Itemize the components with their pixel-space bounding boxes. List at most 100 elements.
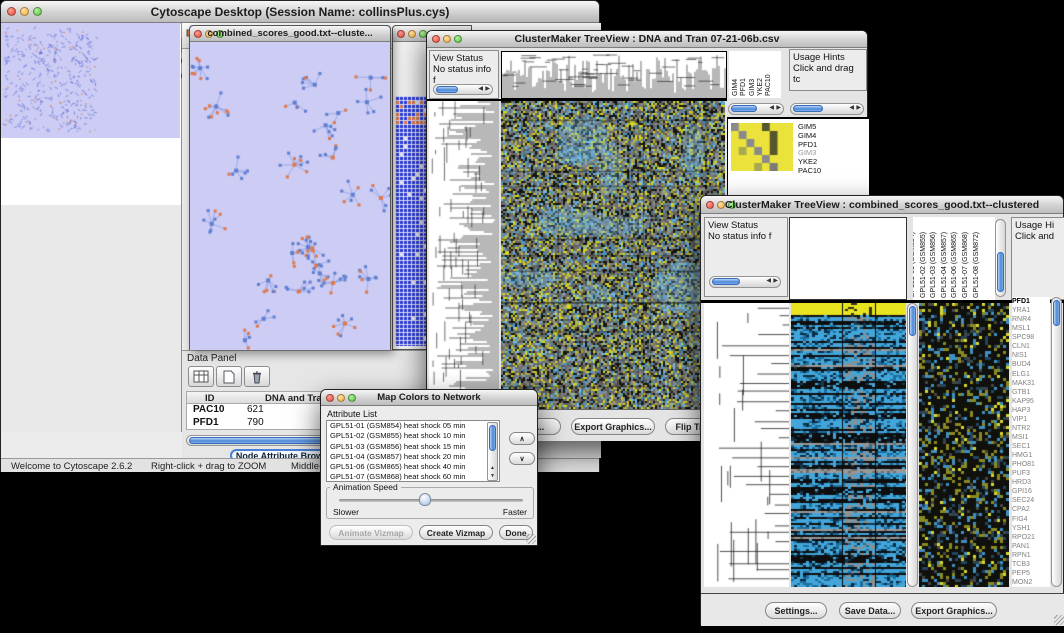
gene-label[interactable]: GPI16 bbox=[1012, 487, 1050, 496]
gene-label[interactable]: SEC1 bbox=[1012, 442, 1050, 451]
gene-label[interactable]: NIS1 bbox=[1012, 351, 1050, 360]
col-id[interactable]: ID bbox=[205, 393, 215, 404]
view-status-scrollbar[interactable]: ◀▶ bbox=[433, 84, 493, 95]
view-status-scrollbar[interactable]: ◀▶ bbox=[709, 276, 781, 288]
animate-vizmap-button[interactable]: Animate Vizmap bbox=[329, 525, 413, 540]
attribute-item[interactable]: GPL51-01 (GSM854) heat shock 05 min bbox=[327, 421, 499, 431]
scroll-right-arrow[interactable]: ▶ bbox=[856, 104, 861, 113]
scrollbar-thumb[interactable] bbox=[1053, 300, 1060, 326]
gene-label[interactable]: ELG1 bbox=[1012, 370, 1050, 379]
scroll-left-arrow[interactable]: ◀ bbox=[849, 104, 854, 113]
minimize-button[interactable] bbox=[408, 30, 416, 38]
delete-trash-icon[interactable] bbox=[244, 366, 270, 387]
scrollbar-thumb[interactable] bbox=[997, 252, 1004, 292]
gene-label[interactable]: PUF3 bbox=[1012, 469, 1050, 478]
main-titlebar[interactable]: Cytoscape Desktop (Session Name: collins… bbox=[1, 1, 599, 23]
speed-slider-thumb[interactable] bbox=[419, 493, 431, 506]
scrollbar-thumb[interactable] bbox=[489, 425, 496, 451]
network-overview-canvas[interactable] bbox=[1, 23, 180, 138]
attribute-item[interactable]: GPL51-03 (GSM856) heat shock 15 min bbox=[327, 442, 499, 452]
scroll-left-arrow[interactable]: ◀ bbox=[766, 277, 771, 286]
move-down-button[interactable]: ∨ bbox=[509, 452, 535, 465]
scrollbar-thumb[interactable] bbox=[731, 105, 757, 112]
scroll-right-arrow[interactable]: ▶ bbox=[485, 85, 490, 94]
gene-label[interactable]: HAP3 bbox=[1012, 406, 1050, 415]
scroll-left-arrow[interactable]: ◀ bbox=[769, 104, 774, 113]
map-colors-dialog: Map Colors to Network Attribute List GPL… bbox=[320, 389, 538, 546]
attribute-list-vscrollbar[interactable]: ▲▼ bbox=[487, 422, 498, 481]
gene-list-vscrollbar[interactable] bbox=[1051, 297, 1062, 587]
resize-grip[interactable] bbox=[1054, 615, 1064, 625]
heatmap-canvas[interactable] bbox=[791, 303, 906, 587]
gene-label[interactable]: HMG1 bbox=[1012, 451, 1050, 460]
network-view-titlebar[interactable]: combined_scores_good.txt--cluste... bbox=[190, 26, 390, 42]
scroll-right-arrow[interactable]: ▶ bbox=[776, 104, 781, 113]
gene-label[interactable]: BUD4 bbox=[1012, 360, 1050, 369]
scroll-down-arrow[interactable]: ▼ bbox=[490, 473, 495, 479]
similarity-matrix-canvas[interactable] bbox=[731, 123, 793, 171]
gene-label[interactable]: NTR2 bbox=[1012, 424, 1050, 433]
gene-label[interactable]: MSL1 bbox=[1012, 324, 1050, 333]
gene-label[interactable]: VIP1 bbox=[1012, 415, 1050, 424]
gene-label[interactable]: MAK31 bbox=[1012, 379, 1050, 388]
zoom-view-canvas[interactable] bbox=[919, 303, 1009, 587]
gene-label[interactable]: YRA1 bbox=[1012, 306, 1050, 315]
scrollbar-thumb[interactable] bbox=[436, 86, 458, 93]
new-attribute-page-icon[interactable] bbox=[216, 366, 242, 387]
row-dendrogram-canvas[interactable] bbox=[429, 101, 499, 409]
save-data-button[interactable]: Save Data... bbox=[839, 602, 901, 619]
column-dendrogram-canvas[interactable] bbox=[501, 51, 727, 99]
attribute-item[interactable]: GPL51-04 (GSM857) heat shock 20 min bbox=[327, 452, 499, 462]
gene-label[interactable]: PHO81 bbox=[1012, 460, 1050, 469]
gene-label[interactable]: CLN1 bbox=[1012, 342, 1050, 351]
gene-label[interactable]: SPC98 bbox=[1012, 333, 1050, 342]
gene-label[interactable]: KAP95 bbox=[1012, 397, 1050, 406]
attribute-table-icon[interactable] bbox=[188, 366, 214, 387]
gene-label[interactable]: FIG4 bbox=[1012, 515, 1050, 524]
scrollbar-thumb[interactable] bbox=[712, 278, 740, 285]
gene-label[interactable]: RPN1 bbox=[1012, 551, 1050, 560]
gene-label[interactable]: SEC24 bbox=[1012, 496, 1050, 505]
column-dendrogram-area[interactable] bbox=[789, 217, 907, 300]
attribute-item[interactable]: GPL51-06 (GSM865) heat shock 40 min bbox=[327, 462, 499, 472]
scroll-left-arrow[interactable]: ◀ bbox=[478, 85, 483, 94]
heatmap-vscrollbar[interactable] bbox=[907, 303, 918, 587]
treeview2-col-vscrollbar[interactable] bbox=[995, 219, 1006, 297]
scroll-right-arrow[interactable]: ▶ bbox=[773, 277, 778, 286]
treeview1-titlebar[interactable]: ClusterMaker TreeView : DNA and Tran 07-… bbox=[427, 31, 867, 48]
heatmap-canvas[interactable] bbox=[501, 101, 725, 409]
gene-label[interactable]: HRD3 bbox=[1012, 478, 1050, 487]
treeview1-col-scrollbar[interactable]: ◀▶ bbox=[728, 103, 784, 115]
attribute-item[interactable]: GPL51-02 (GSM855) heat shock 10 min bbox=[327, 431, 499, 441]
scroll-up-arrow[interactable]: ▲ bbox=[490, 465, 495, 471]
gene-label[interactable]: MSI1 bbox=[1012, 433, 1050, 442]
gene-label[interactable]: YSH1 bbox=[1012, 524, 1050, 533]
attribute-item[interactable]: GPL51-07 (GSM868) heat shock 60 min bbox=[327, 472, 499, 482]
create-vizmap-button[interactable]: Create Vizmap bbox=[419, 525, 493, 540]
move-up-button[interactable]: ∧ bbox=[509, 432, 535, 445]
close-button[interactable] bbox=[397, 30, 405, 38]
speed-slider-track[interactable] bbox=[339, 499, 523, 502]
export-graphics-button[interactable]: Export Graphics... bbox=[911, 602, 997, 619]
gene-label[interactable]: PEP5 bbox=[1012, 569, 1050, 578]
settings-button[interactable]: Settings... bbox=[765, 602, 827, 619]
dense-network-grid-canvas[interactable] bbox=[395, 96, 427, 346]
resize-grip[interactable] bbox=[526, 534, 536, 544]
gene-label[interactable]: PFD1 bbox=[1012, 297, 1050, 306]
row-dendrogram-canvas[interactable] bbox=[704, 303, 789, 587]
gene-label[interactable]: RNR4 bbox=[1012, 315, 1050, 324]
gene-label[interactable]: CPA2 bbox=[1012, 505, 1050, 514]
usage-hints-scrollbar[interactable]: ◀▶ bbox=[790, 103, 864, 115]
treeview2-titlebar[interactable]: ClusterMaker TreeView : combined_scores_… bbox=[701, 196, 1063, 214]
scrollbar-thumb[interactable] bbox=[793, 105, 823, 112]
gene-label[interactable]: PAN1 bbox=[1012, 542, 1050, 551]
scrollbar-thumb[interactable] bbox=[909, 306, 916, 336]
dialog-titlebar[interactable]: Map Colors to Network bbox=[321, 390, 537, 406]
export-graphics-button[interactable]: Export Graphics... bbox=[571, 418, 655, 435]
gene-label[interactable]: MON2 bbox=[1012, 578, 1050, 587]
gene-label[interactable]: RPO21 bbox=[1012, 533, 1050, 542]
gene-label[interactable]: TCB3 bbox=[1012, 560, 1050, 569]
gene-label[interactable]: GTB1 bbox=[1012, 388, 1050, 397]
gene-label[interactable]: PAC10 bbox=[798, 167, 842, 176]
network-graph-canvas[interactable] bbox=[190, 42, 390, 350]
